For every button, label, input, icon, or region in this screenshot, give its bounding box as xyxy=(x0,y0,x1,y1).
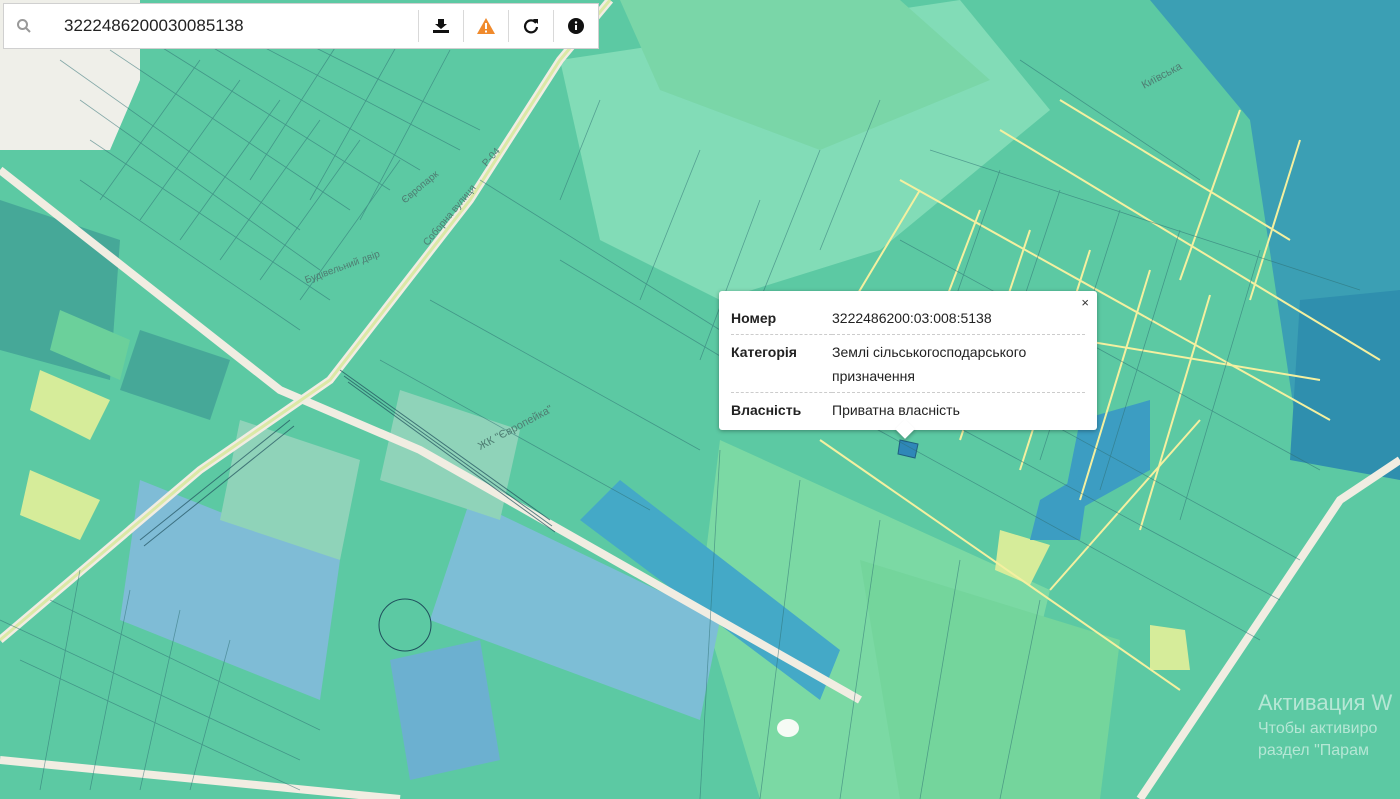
table-row: Номер 3222486200:03:008:5138 xyxy=(731,301,1085,335)
download-button[interactable] xyxy=(418,10,463,42)
parcel-category-label: Категорія xyxy=(731,344,797,360)
parcel-ownership-value: Приватна власність xyxy=(832,402,960,418)
refresh-button[interactable] xyxy=(508,10,553,42)
watermark-line3: раздел "Парам xyxy=(1258,742,1369,759)
search-toolbar xyxy=(3,3,599,49)
search-icon xyxy=(4,4,44,48)
cadastral-map[interactable] xyxy=(0,0,1400,799)
watermark-line1: Активация W xyxy=(1258,690,1393,715)
download-icon xyxy=(433,19,449,33)
warning-icon xyxy=(477,18,495,34)
activation-watermark: Активация W Чтобы активиро раздел "Парам xyxy=(1258,690,1392,760)
warning-button[interactable] xyxy=(463,10,508,42)
table-row: Категорія Землі сільськогосподарського п… xyxy=(731,335,1085,393)
search-input[interactable] xyxy=(44,16,404,36)
parcel-ownership-label: Власність xyxy=(731,402,802,418)
watermark-line2: Чтобы активиро xyxy=(1258,720,1378,737)
parcel-info-popup: × Номер 3222486200:03:008:5138 Категорія… xyxy=(719,291,1097,439)
info-icon xyxy=(568,18,584,34)
info-button[interactable] xyxy=(553,10,598,42)
parcel-number-value: 3222486200:03:008:5138 xyxy=(832,310,992,326)
refresh-icon xyxy=(523,19,539,34)
parcel-number-label: Номер xyxy=(731,310,777,326)
parcel-category-value: Землі сільськогосподарського призначення xyxy=(832,344,1027,384)
table-row: Власність Приватна власність xyxy=(731,393,1085,427)
parcel-info-table: Номер 3222486200:03:008:5138 Категорія З… xyxy=(731,301,1085,426)
